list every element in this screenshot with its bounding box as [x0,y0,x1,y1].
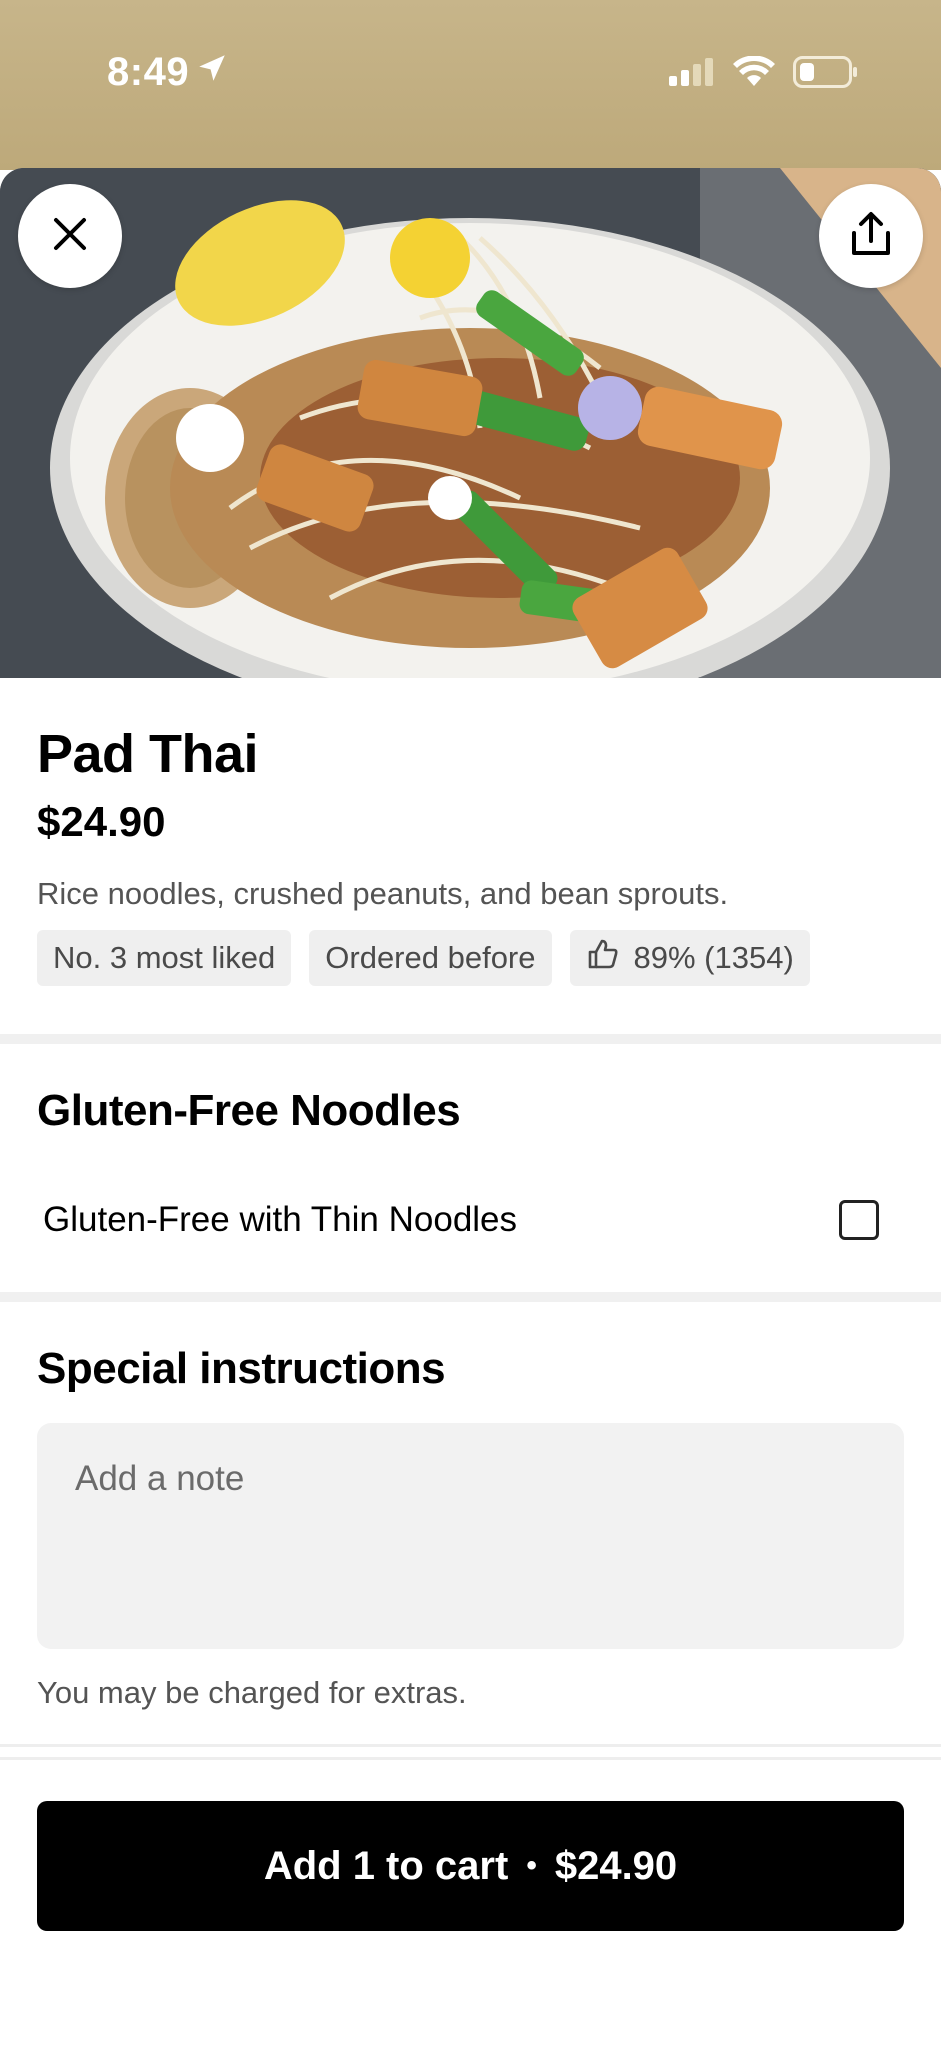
location-arrow-icon [195,50,229,95]
battery-low-icon [793,56,859,93]
status-bar: 8:49 [0,0,941,170]
special-instructions-input[interactable] [37,1423,904,1649]
item-title-text: Pad Thai [37,724,259,784]
footer-divider [0,1744,941,1747]
gluten-free-option[interactable]: Gluten-Free with Thin Noodles [37,1185,897,1255]
badge-rating-label: 89% (1354) [633,940,794,975]
options-heading: Gluten-Free Noodles [37,1086,461,1135]
section-divider [0,1292,941,1302]
gluten-free-checkbox[interactable] [839,1200,879,1240]
thumbs-up-icon [586,937,620,979]
add-to-cart-label: Add 1 to cart [263,1843,509,1888]
close-icon [50,214,90,259]
pad-thai-photo [0,168,941,678]
cart-separator: • [526,1849,537,1882]
item-price: $24.90 [37,798,166,845]
badge-most-liked: No. 3 most liked [37,930,292,986]
time-text: 8:49 [107,50,190,94]
add-to-cart-button[interactable]: Add 1 to cart • $24.90 [37,1801,904,1931]
share-icon [849,211,893,262]
item-badges: No. 3 most liked Ordered before 89% (135… [37,930,810,986]
instructions-heading: Special instructions [37,1344,446,1393]
extras-hint: You may be charged for extras. [37,1675,467,1710]
system-icons [669,55,859,93]
share-button[interactable] [819,184,923,288]
cellular-signal-icon [669,58,715,91]
wifi-icon [733,55,775,93]
badge-rating: 89% (1354) [569,930,810,986]
gluten-free-option-label: Gluten-Free with Thin Noodles [43,1200,518,1239]
badge-ordered-before-label: Ordered before [325,940,536,975]
badge-most-liked-label: No. 3 most liked [53,940,276,975]
item-description: Rice noodles, crushed peanuts, and bean … [37,876,729,911]
badge-ordered-before: Ordered before [309,930,552,986]
status-time: 8:49 [107,50,229,95]
section-divider [0,1034,941,1044]
close-button[interactable] [18,184,122,288]
add-to-cart-price: $24.90 [554,1843,678,1888]
footer-divider [0,1757,941,1760]
